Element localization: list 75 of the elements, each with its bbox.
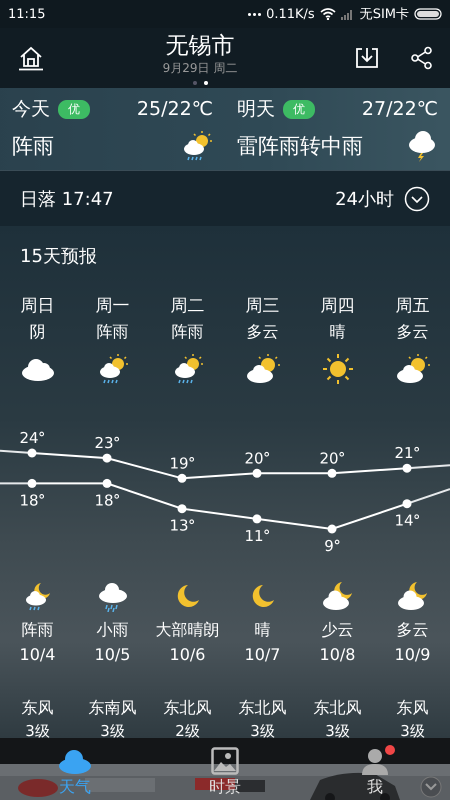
wind-direction: 东北风 — [314, 698, 362, 719]
data-label: 18 — [19, 491, 39, 510]
temperature-label: 20 — [319, 449, 344, 468]
temperature-label: 9 — [324, 537, 340, 555]
day-condition: 阵雨 — [96, 322, 128, 343]
status-time: 11:15 — [8, 6, 46, 22]
day-condition: 多云 — [396, 322, 428, 343]
temperature-range: 25/22℃ — [136, 98, 213, 120]
air-quality-badge: 优 — [58, 100, 90, 118]
temperature-label: 23 — [94, 434, 120, 452]
weather-condition: 阵雨 — [12, 133, 54, 160]
temperature-label: 24 — [19, 429, 44, 447]
forecast-date: 10/8 — [320, 645, 356, 664]
wind-level: 3级 — [100, 722, 125, 741]
data-label: 14 — [394, 512, 414, 530]
weekday: 周三 — [246, 295, 280, 317]
day-condition: 阵雨 — [172, 322, 204, 343]
wind-direction: 东风 — [22, 698, 54, 719]
weather-condition: 雷阵雨转中雨 — [237, 133, 363, 160]
day-condition: 阴 — [30, 322, 46, 343]
wind-level: 3级 — [250, 722, 275, 741]
data-label: 24 — [19, 429, 39, 447]
night-condition: 大部晴朗 — [156, 620, 220, 641]
day-label: 明天 — [237, 97, 275, 122]
temperature-range: 27/22℃ — [362, 98, 438, 120]
day-condition: 晴 — [330, 322, 346, 343]
data-label: 21 — [394, 444, 414, 462]
date-text: 9月29日 周二 — [162, 60, 238, 76]
weekday: 周四 — [320, 295, 354, 317]
forecast-date: 10/5 — [94, 645, 130, 664]
forecast-title: 15天预报 — [20, 245, 97, 268]
data-label: 23 — [94, 434, 114, 452]
network-speed: 0.11K/s — [266, 6, 315, 22]
night-condition: 小雨 — [96, 620, 128, 641]
temperature-label: 13 — [169, 516, 194, 535]
temperature-label: 21 — [394, 444, 420, 462]
weekday: 周二 — [170, 295, 204, 317]
data-label: 20 — [244, 449, 264, 468]
wind-direction: 东北风 — [164, 698, 212, 719]
forecast-date: 10/4 — [20, 645, 56, 664]
sunset-time: 日落 17:47 — [20, 188, 114, 210]
night-condition: 多云 — [396, 620, 428, 641]
air-quality-badge: 优 — [283, 100, 315, 118]
wind-direction: 东北风 — [238, 698, 286, 719]
temperature-label: 18 — [19, 491, 44, 510]
temperature-label: 18 — [94, 491, 120, 510]
wind-level: 3级 — [400, 722, 425, 741]
forecast-date: 10/7 — [244, 645, 280, 664]
temperature-label: 11 — [244, 526, 270, 545]
temperature-label: 19 — [169, 454, 194, 472]
day-condition: 多云 — [246, 322, 278, 343]
night-condition: 少云 — [322, 620, 354, 641]
forecast-date: 10/9 — [394, 645, 430, 664]
data-label: 11 — [244, 526, 264, 545]
day-label: 今天 — [12, 97, 50, 122]
forecast-date: 10/6 — [170, 645, 206, 664]
night-condition: 阵雨 — [22, 620, 54, 641]
weekday: 周五 — [396, 295, 430, 317]
data-label: 9 — [324, 537, 334, 555]
data-label: 20 — [319, 449, 339, 468]
temperature-label: 14 — [394, 512, 420, 530]
wind-level: 3级 — [25, 722, 50, 741]
weekday: 周日 — [20, 295, 54, 317]
night-condition: 晴 — [254, 620, 270, 641]
weekday: 周一 — [96, 295, 130, 317]
data-label: 19 — [169, 454, 189, 472]
data-label: 13 — [169, 516, 189, 535]
temperature-label: 20 — [244, 449, 270, 468]
data-label: 18 — [94, 491, 114, 510]
wind-level: 3级 — [325, 722, 350, 741]
wind-direction: 东风 — [396, 698, 428, 719]
wind-level: 2级 — [175, 722, 200, 741]
carrier: 无SIM卡 — [360, 6, 409, 23]
wind-direction: 东南风 — [88, 698, 136, 719]
city-title: 无锡市 — [166, 32, 234, 60]
